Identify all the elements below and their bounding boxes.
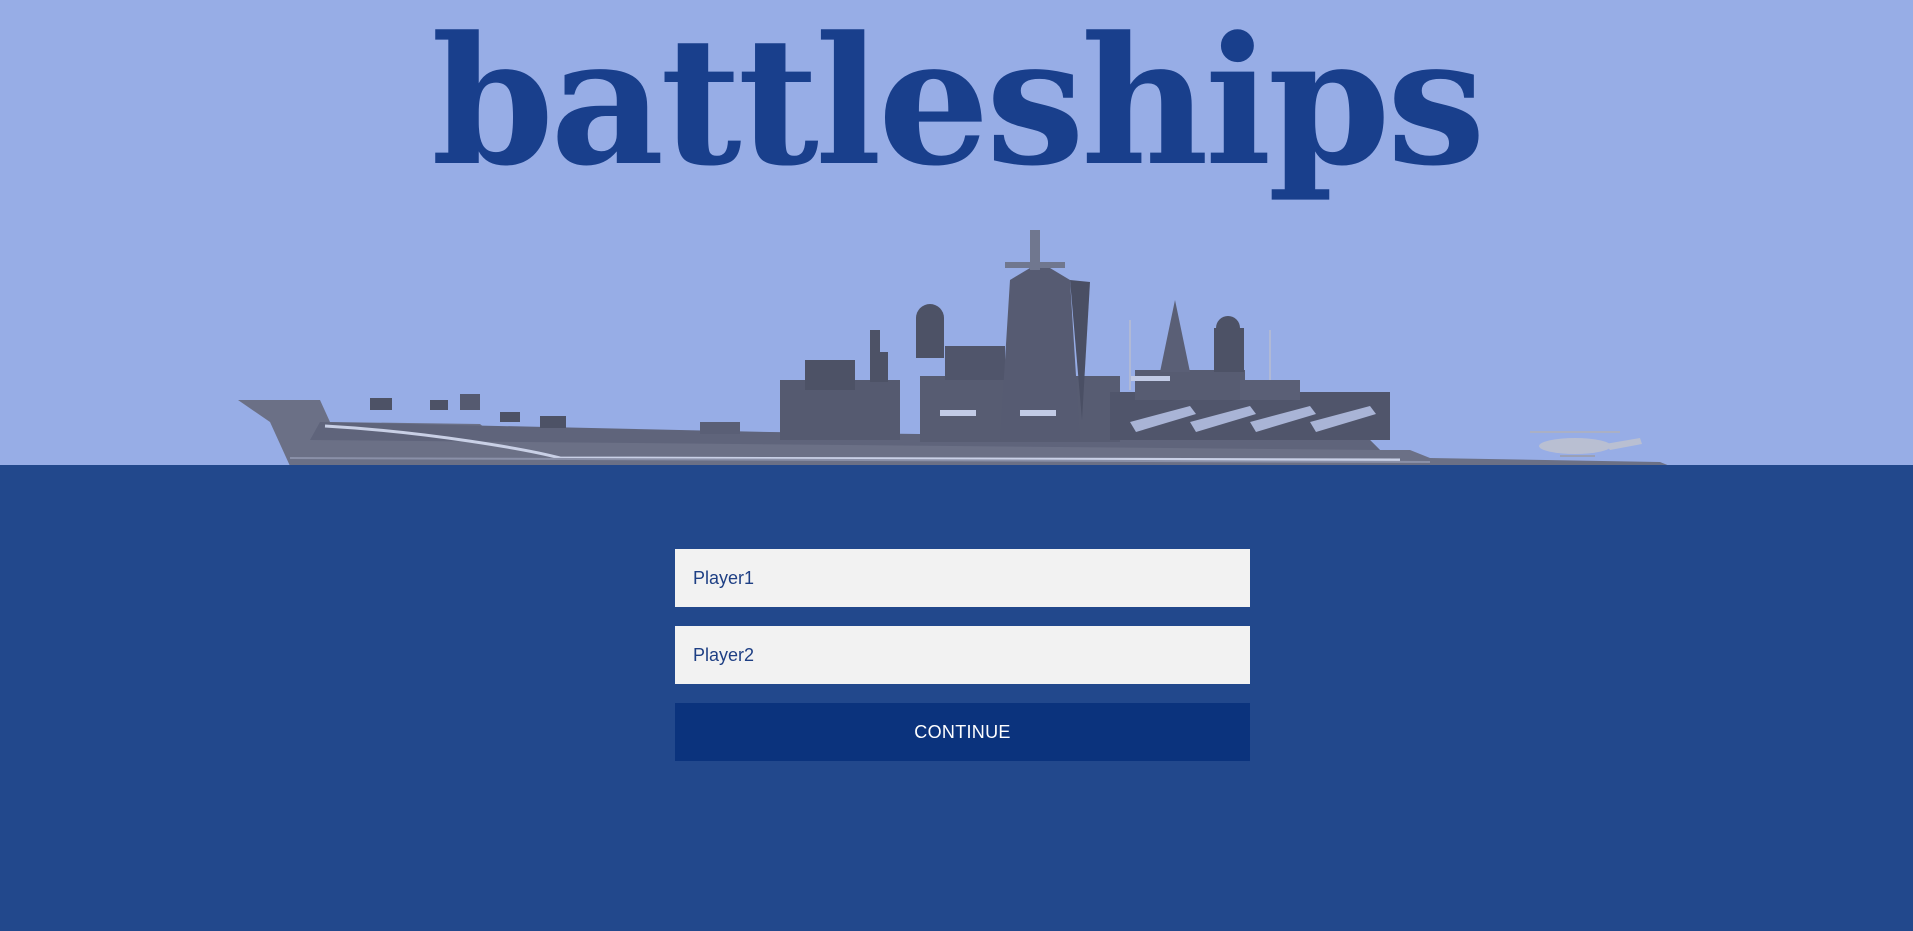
continue-button[interactable]: CONTINUE <box>675 703 1250 761</box>
player-setup-form: CONTINUE <box>675 549 1250 761</box>
battleship-illustration <box>238 230 1668 465</box>
page-title: battleships <box>431 0 1486 205</box>
player2-name-input[interactable] <box>675 626 1250 684</box>
hero-banner: battleships <box>0 0 1913 465</box>
player1-name-input[interactable] <box>675 549 1250 607</box>
